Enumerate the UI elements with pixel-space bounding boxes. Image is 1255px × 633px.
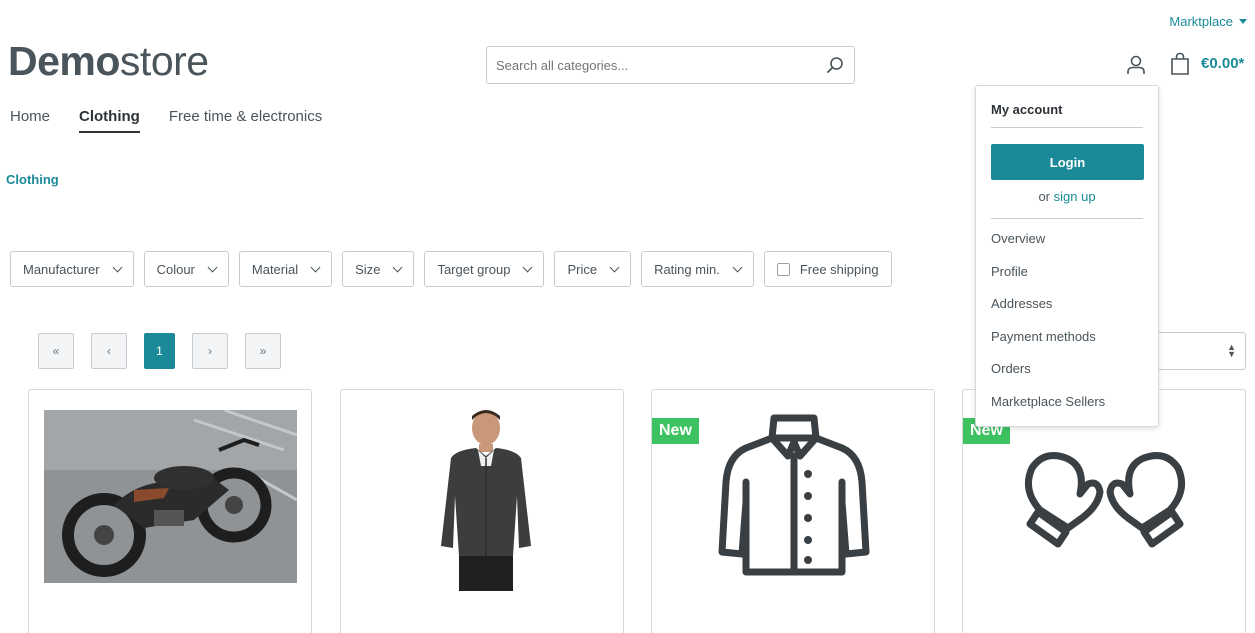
filter-price[interactable]: Price [554, 251, 632, 287]
shopping-bag-icon [1171, 52, 1189, 75]
marketplace-label: Marktplace [1169, 14, 1233, 29]
account-link-payment-methods[interactable]: Payment methods [991, 329, 1143, 362]
filter-label: Manufacturer [23, 261, 100, 277]
filter-target-group[interactable]: Target group [424, 251, 545, 287]
motorcycle-photo [44, 410, 297, 583]
product-card[interactable] [340, 389, 624, 633]
account-dropdown: My account Login or sign up Overview Pro… [975, 85, 1159, 427]
search-icon [827, 57, 843, 73]
account-dropdown-title: My account [991, 86, 1143, 128]
login-button[interactable]: Login [991, 144, 1144, 180]
search-button[interactable] [816, 47, 854, 83]
logo-bold: Demo [8, 38, 120, 84]
search-input[interactable] [487, 57, 816, 73]
account-button[interactable] [1124, 53, 1148, 77]
main-navigation: Home Clothing Free time & electronics [10, 108, 322, 133]
filter-rating-min[interactable]: Rating min. [641, 251, 754, 287]
filter-label: Price [567, 261, 598, 277]
filter-material[interactable]: Material [238, 251, 333, 287]
filter-label: Rating min. [654, 261, 720, 277]
search-bar [486, 46, 855, 84]
product-card[interactable] [28, 389, 312, 633]
nav-item-free-time-electronics[interactable]: Free time & electronics [169, 108, 322, 133]
chevron-down-icon [732, 262, 743, 273]
user-icon [1127, 55, 1145, 74]
filter-size[interactable]: Size [342, 251, 415, 287]
filter-label: Size [355, 261, 381, 277]
breadcrumb[interactable]: Clothing [6, 172, 59, 187]
account-link-overview[interactable]: Overview [991, 231, 1143, 264]
caret-down-icon [1239, 19, 1247, 24]
cart-button[interactable] [1168, 51, 1192, 77]
filter-colour[interactable]: Colour [143, 251, 229, 287]
filter-label: Colour [156, 261, 195, 277]
logo-light: store [119, 38, 209, 84]
filter-label: Target group [437, 261, 511, 277]
man-in-fleece-jacket-photo [441, 410, 531, 591]
new-badge: New [652, 418, 699, 444]
filter-free-shipping[interactable]: Free shipping [763, 251, 892, 287]
chevron-down-icon [609, 262, 620, 273]
pagination-first[interactable]: « [38, 333, 74, 369]
chevron-down-icon [522, 262, 533, 273]
nav-item-clothing[interactable]: Clothing [79, 108, 140, 133]
account-link-orders[interactable]: Orders [991, 361, 1143, 394]
signup-link[interactable]: sign up [1054, 189, 1096, 204]
filter-bar: Manufacturer Colour Material Size Target… [10, 251, 892, 287]
account-link-marketplace-sellers[interactable]: Marketplace Sellers [991, 394, 1143, 427]
chevron-down-icon [392, 262, 403, 273]
pagination-next[interactable]: › [192, 333, 228, 369]
sort-select[interactable]: ▲ ▼ [1150, 332, 1246, 370]
store-logo[interactable]: Demostore [8, 38, 209, 85]
product-card[interactable]: New [651, 389, 935, 633]
or-text: or [1038, 189, 1050, 204]
pagination-prev[interactable]: ‹ [91, 333, 127, 369]
pagination-page-current[interactable]: 1 [144, 333, 175, 369]
pagination-last[interactable]: » [245, 333, 281, 369]
cart-total[interactable]: €0.00* [1201, 55, 1244, 72]
free-shipping-checkbox[interactable] [776, 262, 790, 276]
chevron-down-icon [207, 262, 218, 273]
marketplace-selector[interactable]: Marktplace [1169, 14, 1247, 29]
account-links: Overview Profile Addresses Payment metho… [991, 219, 1143, 426]
pagination: « ‹ 1 › » [38, 333, 281, 369]
mittens-icon [1024, 452, 1186, 548]
account-link-profile[interactable]: Profile [991, 264, 1143, 297]
select-arrows-icon: ▲ ▼ [1227, 342, 1236, 359]
jacket-icon [718, 414, 870, 576]
filter-manufacturer[interactable]: Manufacturer [10, 251, 134, 287]
free-shipping-label: Free shipping [799, 261, 879, 277]
nav-item-home[interactable]: Home [10, 108, 50, 133]
chevron-down-icon [112, 262, 123, 273]
account-link-addresses[interactable]: Addresses [991, 296, 1143, 329]
signup-row: or sign up [991, 189, 1143, 219]
chevron-down-icon [310, 262, 321, 273]
filter-label: Material [251, 261, 299, 277]
